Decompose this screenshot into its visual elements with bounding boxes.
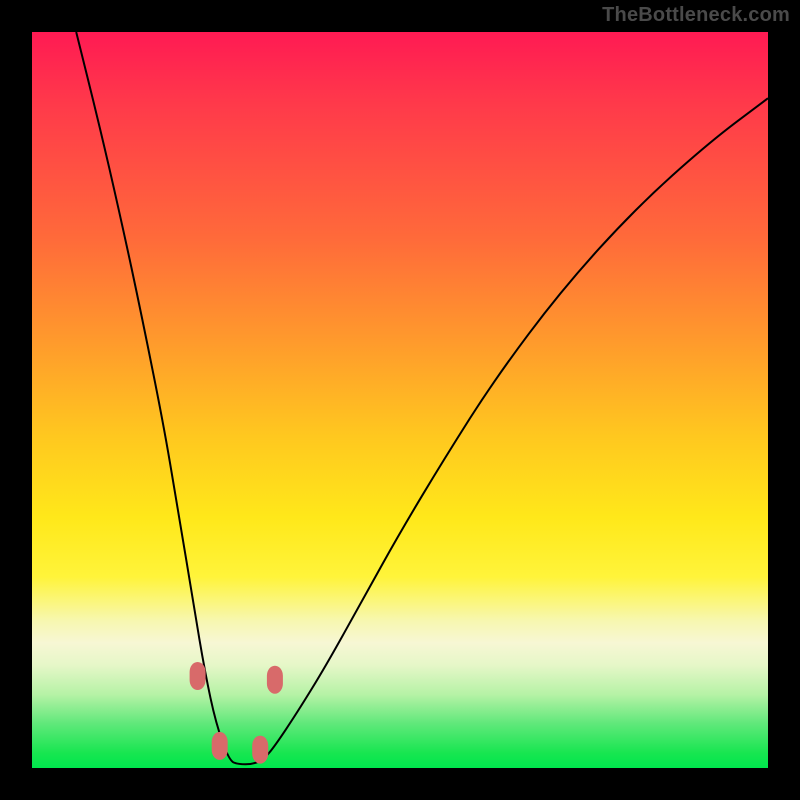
right-upper-marker [267, 666, 283, 694]
plot-area [32, 32, 768, 768]
bottleneck-curve [76, 32, 768, 764]
frame: TheBottleneck.com [0, 0, 800, 800]
left-upper-marker [190, 662, 206, 690]
watermark-text: TheBottleneck.com [602, 4, 790, 27]
marker-group [190, 662, 283, 764]
chart-svg [32, 32, 768, 768]
right-lower-marker [252, 736, 268, 764]
left-lower-marker [212, 732, 228, 760]
